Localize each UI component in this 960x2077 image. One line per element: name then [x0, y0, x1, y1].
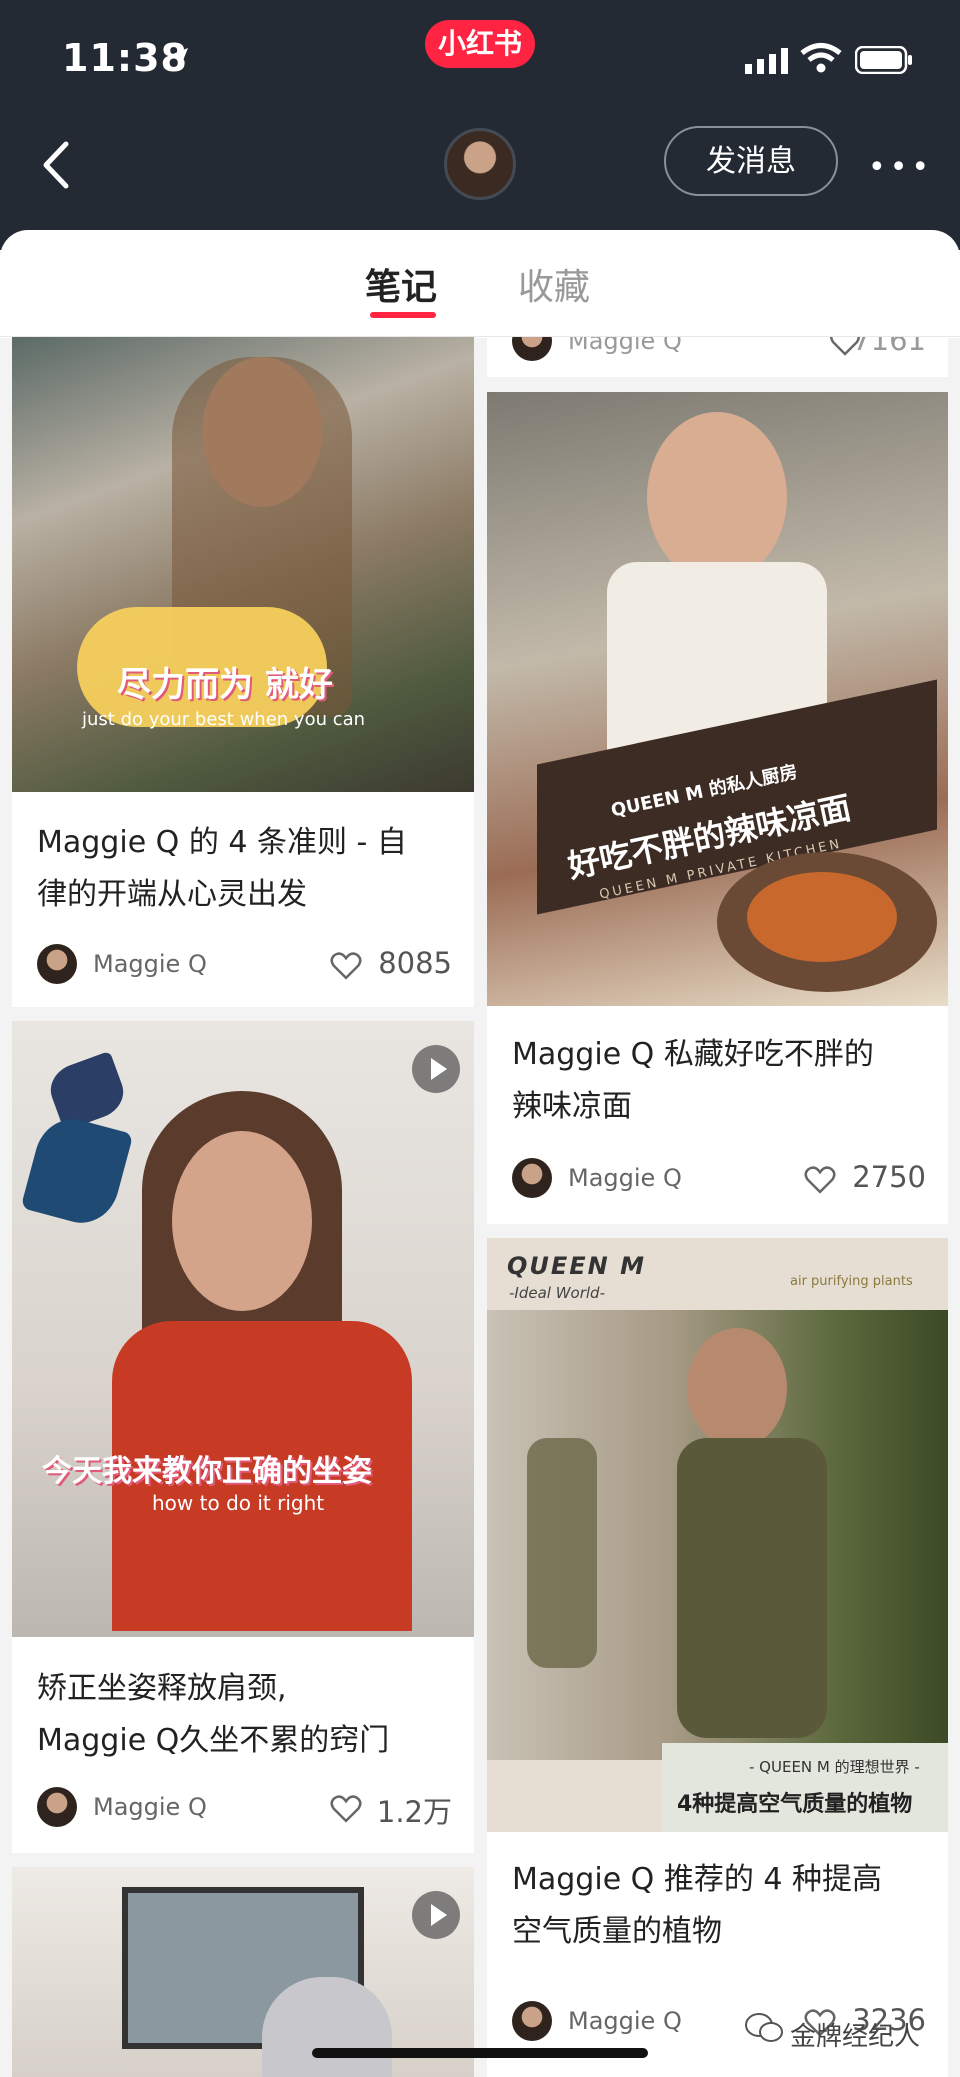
- cover-caption-en: how to do it right: [152, 1491, 325, 1515]
- watermark-text: 金牌经纪人: [790, 2022, 921, 2052]
- app-badge: 小红书: [425, 20, 535, 68]
- author-avatar: [512, 337, 552, 361]
- send-message-button[interactable]: 发消息: [664, 126, 838, 196]
- signal-icon: [745, 48, 788, 74]
- note-cover-image: QUEEN M -Ideal World- air purifying plan…: [487, 1238, 948, 1832]
- video-play-icon[interactable]: [412, 1891, 460, 1939]
- more-options-icon[interactable]: •••: [868, 150, 933, 185]
- card-meta: Maggie Q 7161: [512, 337, 926, 365]
- note-cover-image: QUEEN M 的私人厨房 好吃不胖的辣味凉面 QUEEN M PRIVATE …: [487, 392, 948, 1006]
- note-title: Maggie Q 的 4 条准则 - 自 律的开端从心灵出发: [37, 825, 407, 912]
- like-count: 1.2万: [376, 1795, 452, 1829]
- battery-icon: [855, 46, 912, 74]
- note-card-partial[interactable]: [12, 1867, 474, 2077]
- author-name: Maggie Q: [568, 1164, 682, 1192]
- author-name: Maggie Q: [93, 950, 207, 978]
- brand-title: QUEEN M: [507, 1252, 647, 1280]
- note-title: Maggie Q 推荐的 4 种提高 空气质量的植物: [512, 1862, 882, 1949]
- author-avatar: [512, 2001, 552, 2041]
- note-title: 矫正坐姿释放肩颈, Maggie Q久坐不累的窍门: [37, 1671, 390, 1758]
- back-chevron-icon[interactable]: [40, 140, 70, 190]
- heart-icon[interactable]: [330, 1795, 362, 1823]
- like-count: 7161: [852, 337, 926, 357]
- card-meta: Maggie Q 1.2万: [37, 1787, 452, 1831]
- heart-icon[interactable]: [330, 952, 362, 980]
- cover-caption-big: 4种提高空气质量的植物: [677, 1792, 913, 1817]
- note-card[interactable]: QUEEN M 的私人厨房 好吃不胖的辣味凉面 QUEEN M PRIVATE …: [487, 392, 948, 1224]
- wechat-icon: [745, 2013, 783, 2042]
- like-count: 8085: [378, 946, 452, 980]
- note-card[interactable]: 尽力而为 就好 just do your best when you can M…: [12, 337, 474, 1007]
- note-cover-image: [12, 1867, 474, 2077]
- note-cover-image: 今天我来教你正确的坐姿 how to do it right: [12, 1021, 474, 1637]
- home-indicator[interactable]: [312, 2048, 648, 2058]
- location-arrow-icon: [168, 48, 188, 68]
- active-tab-indicator: [370, 312, 436, 318]
- tab-favorites[interactable]: 收藏: [518, 258, 590, 310]
- cover-caption-cn: 尽力而为 就好: [117, 665, 333, 705]
- tab-bar: 笔记 收藏: [0, 230, 960, 338]
- note-card[interactable]: QUEEN M -Ideal World- air purifying plan…: [487, 1238, 948, 2077]
- profile-avatar[interactable]: [444, 128, 516, 200]
- note-cover-image: 尽力而为 就好 just do your best when you can: [12, 337, 474, 792]
- note-card[interactable]: 今天我来教你正确的坐姿 how to do it right 矫正坐姿释放肩颈,…: [12, 1021, 474, 1853]
- heart-icon[interactable]: [804, 1166, 836, 1194]
- author-avatar: [37, 1787, 77, 1827]
- top-bar: 11:38 小红书 发消息 •••: [0, 0, 960, 250]
- note-title: Maggie Q 私藏好吃不胖的 辣味凉面: [512, 1037, 874, 1124]
- card-meta: Maggie Q 8085: [37, 944, 452, 988]
- cover-tag: air purifying plants: [790, 1274, 913, 1289]
- like-count: 2750: [852, 1160, 926, 1194]
- note-card-partial[interactable]: Maggie Q 7161: [487, 337, 948, 377]
- tab-notes[interactable]: 笔记: [365, 258, 437, 310]
- video-play-icon[interactable]: [412, 1045, 460, 1093]
- brand-subtitle: -Ideal World-: [509, 1284, 605, 1302]
- card-meta: Maggie Q 2750: [512, 1158, 926, 1202]
- cover-caption-small: - QUEEN M 的理想世界 -: [749, 1758, 920, 1776]
- cover-caption-en: just do your best when you can: [82, 709, 366, 730]
- wifi-icon: [800, 43, 842, 73]
- author-name: Maggie Q: [568, 337, 682, 355]
- cover-caption-cn: 今天我来教你正确的坐姿: [42, 1454, 372, 1489]
- author-avatar: [37, 944, 77, 984]
- author-name: Maggie Q: [93, 1793, 207, 1821]
- author-name: Maggie Q: [568, 2007, 682, 2035]
- author-avatar: [512, 1158, 552, 1198]
